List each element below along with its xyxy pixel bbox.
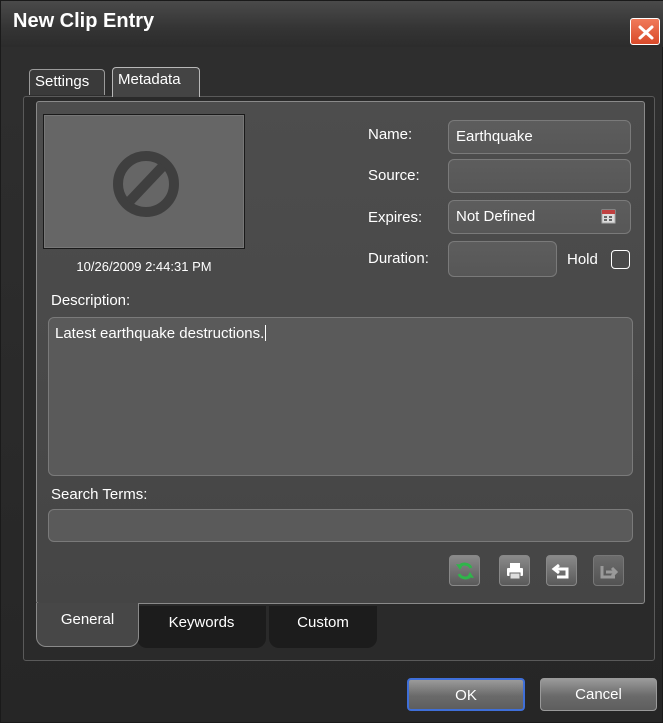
refresh-icon <box>456 562 474 580</box>
name-label: Name: <box>368 126 413 143</box>
calendar-icon[interactable] <box>601 209 616 224</box>
description-text: Latest earthquake destructions. <box>55 325 265 342</box>
undo-icon <box>551 563 569 579</box>
expires-label: Expires: <box>368 209 423 226</box>
text-caret <box>265 325 267 341</box>
name-field[interactable]: Earthquake <box>448 120 631 154</box>
export-button[interactable] <box>593 555 624 586</box>
source-field[interactable] <box>448 159 631 193</box>
clip-thumbnail <box>43 114 245 249</box>
duration-field[interactable] <box>448 241 557 277</box>
print-button[interactable] <box>499 555 530 586</box>
source-label: Source: <box>368 167 420 184</box>
duration-label: Duration: <box>368 250 429 267</box>
search-terms-field[interactable] <box>48 509 633 542</box>
window-title: New Clip Entry <box>13 10 155 32</box>
close-button[interactable] <box>630 18 660 45</box>
undo-button[interactable] <box>546 555 577 586</box>
description-textarea[interactable]: Latest earthquake destructions. <box>48 317 633 476</box>
no-preview-icon <box>113 151 179 217</box>
title-bar: New Clip Entry <box>1 1 663 47</box>
refresh-button[interactable] <box>449 555 480 586</box>
search-terms-label: Search Terms: <box>51 486 148 503</box>
clip-timestamp: 10/26/2009 2:44:31 PM <box>76 259 212 274</box>
print-icon <box>507 563 523 580</box>
close-icon <box>638 25 654 40</box>
tab-custom[interactable]: Custom <box>269 606 377 648</box>
ok-button[interactable]: OK <box>407 678 525 711</box>
hold-label: Hold <box>567 251 598 268</box>
tab-settings[interactable]: Settings <box>29 69 105 95</box>
tab-metadata[interactable]: Metadata <box>112 67 200 97</box>
description-label: Description: <box>51 292 131 309</box>
export-icon <box>600 566 619 579</box>
expires-value: Not Defined <box>456 208 536 225</box>
hold-checkbox[interactable] <box>611 250 630 269</box>
tab-keywords[interactable]: Keywords <box>137 606 266 648</box>
tab-general[interactable]: General <box>36 603 139 647</box>
cancel-button[interactable]: Cancel <box>540 678 657 711</box>
dialog-window: New Clip Entry Settings Metadata 10/26/2… <box>0 0 663 723</box>
